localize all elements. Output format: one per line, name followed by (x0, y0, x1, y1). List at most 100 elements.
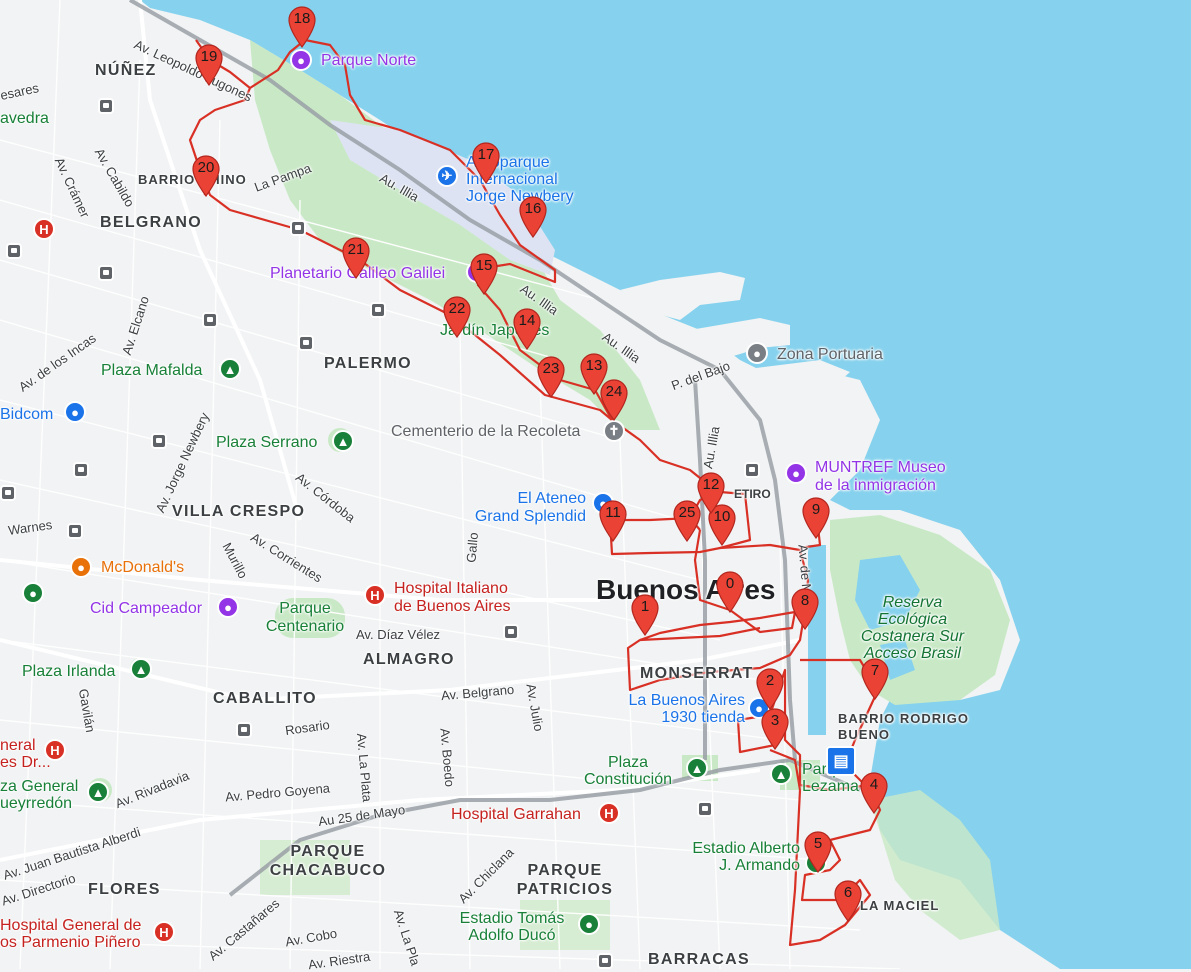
transit-icon[interactable] (503, 624, 519, 640)
restaurant-icon[interactable]: ● (70, 556, 92, 578)
route-marker-14[interactable]: 14 (511, 306, 543, 350)
transit-icon[interactable] (151, 433, 167, 449)
route-marker-23[interactable]: 23 (535, 354, 567, 398)
transit-icon[interactable] (298, 335, 314, 351)
route-marker-16[interactable]: 16 (517, 194, 549, 238)
route-marker-9[interactable]: 9 (800, 495, 832, 539)
street-label: ETIRO (734, 487, 771, 501)
route-marker-24[interactable]: 24 (598, 377, 630, 421)
park-icon[interactable]: ▲ (87, 781, 109, 803)
route-marker-15[interactable]: 15 (468, 251, 500, 295)
route-marker-number: 0 (725, 575, 735, 592)
poi-buenos-aires-1930[interactable]: La Buenos Aires 1930 tienda (617, 692, 745, 726)
transit-icon[interactable] (290, 220, 306, 236)
transit-icon[interactable] (202, 312, 218, 328)
park-icon[interactable]: ▲ (332, 430, 354, 452)
cemetery-icon[interactable]: ✝ (603, 420, 625, 442)
neighborhood-label: MONSERRAT (640, 665, 754, 682)
park-icon[interactable]: ▲ (130, 658, 152, 680)
hospital-icon[interactable]: H (33, 218, 55, 240)
poi-el-ateneo[interactable]: El Ateneo Grand Splendid (466, 490, 586, 526)
poi-plaza-constitucion[interactable]: Plaza Constitución (578, 754, 678, 788)
transit-icon[interactable] (67, 523, 83, 539)
neighborhood-label: PALERMO (324, 355, 412, 372)
route-marker-18[interactable]: 18 (286, 4, 318, 48)
park-icon[interactable]: ▲ (770, 763, 792, 785)
route-marker-1[interactable]: 1 (629, 592, 661, 636)
poi-bidcom[interactable]: Bidcom (0, 406, 53, 424)
attraction-icon[interactable]: ● (290, 49, 312, 71)
poi-parque-centenario[interactable]: Parque Centenario (262, 600, 348, 636)
poi-muntref[interactable]: MUNTREF Museo de la inmigración (815, 459, 946, 495)
bus-icon[interactable]: ▤ (826, 746, 856, 776)
route-marker-2[interactable]: 2 (754, 666, 786, 710)
poi-zona-portuaria[interactable]: Zona Portuaria (777, 346, 883, 364)
route-marker-number: 18 (293, 10, 311, 27)
hospital-icon[interactable]: H (598, 802, 620, 824)
amusement-icon[interactable]: ● (22, 582, 44, 604)
route-marker-3[interactable]: 3 (759, 706, 791, 750)
neighborhood-label: CABALLITO (213, 690, 317, 707)
poi-estadio-armando[interactable]: Estadio Alberto J. Armando (680, 840, 800, 874)
poi-mcdonalds[interactable]: McDonald's (101, 559, 184, 577)
transit-icon[interactable] (744, 462, 760, 478)
route-marker-25[interactable]: 25 (671, 498, 703, 542)
airport-icon[interactable]: ✈ (436, 165, 458, 187)
route-marker-20[interactable]: 20 (190, 153, 222, 197)
route-marker-0[interactable]: 0 (714, 569, 746, 613)
route-marker-4[interactable]: 4 (858, 770, 890, 814)
poi-cid-campeador[interactable]: Cid Campeador (90, 600, 202, 618)
route-marker-8[interactable]: 8 (789, 586, 821, 630)
hospital-icon[interactable]: H (364, 584, 386, 606)
neighborhood-label: LA MACIEL (860, 898, 940, 913)
transit-icon[interactable] (236, 722, 252, 738)
route-marker-number: 25 (678, 504, 696, 521)
route-marker-number: 15 (475, 257, 493, 274)
route-marker-number: 1 (640, 598, 650, 615)
transit-icon[interactable] (6, 243, 22, 259)
route-marker-11[interactable]: 11 (597, 498, 629, 542)
route-marker-number: 7 (870, 662, 880, 679)
poi-hospital-left[interactable]: neral es Dr... (0, 737, 51, 771)
route-marker-number: 13 (585, 357, 603, 374)
poi-hospital-garrahan[interactable]: Hospital Garrahan (451, 806, 581, 824)
monument-icon[interactable]: ● (217, 596, 239, 618)
route-marker-number: 23 (542, 360, 560, 377)
transit-icon[interactable] (73, 462, 89, 478)
poi-parque-norte[interactable]: Parque Norte (321, 52, 416, 70)
neighborhood-label: VILLA CRESPO (172, 503, 306, 520)
poi-plaza-mafalda[interactable]: Plaza Mafalda (101, 362, 202, 380)
pin-icon[interactable]: ● (746, 342, 768, 364)
route-marker-number: 5 (813, 835, 823, 852)
route-marker-number: 19 (200, 48, 218, 65)
poi-plaza-irlanda[interactable]: Plaza Irlanda (22, 663, 115, 681)
poi-plaza-general[interactable]: za General ueyrredón (0, 778, 78, 812)
museum-icon[interactable]: ● (785, 462, 807, 484)
poi-hospital-pineiro[interactable]: Hospital General de os Parmenio Piñero (0, 917, 141, 951)
poi-estadio-duco[interactable]: Estadio Tomás Adolfo Ducó (452, 910, 572, 944)
poi-reserva-ecologica[interactable]: Reserva Ecológica Costanera Sur Acceso Bras… (855, 594, 970, 662)
transit-icon[interactable] (0, 485, 16, 501)
transit-icon[interactable] (597, 953, 613, 969)
shopping-icon[interactable]: ● (64, 401, 86, 423)
route-marker-5[interactable]: 5 (802, 829, 834, 873)
poi-plaza-serrano[interactable]: Plaza Serrano (216, 434, 317, 452)
route-marker-6[interactable]: 6 (832, 878, 864, 922)
transit-icon[interactable] (98, 98, 114, 114)
park-icon[interactable]: ▲ (219, 358, 241, 380)
stadium-icon[interactable]: ● (578, 913, 600, 935)
transit-icon[interactable] (98, 265, 114, 281)
transit-icon[interactable] (370, 302, 386, 318)
route-marker-21[interactable]: 21 (340, 235, 372, 279)
transit-icon[interactable] (697, 801, 713, 817)
park-icon[interactable]: ▲ (686, 757, 708, 779)
poi-recoleta[interactable]: Cementerio de la Recoleta (391, 423, 580, 441)
route-marker-22[interactable]: 22 (441, 294, 473, 338)
poi-hospital-italiano[interactable]: Hospital Italiano de Buenos Aires (394, 580, 511, 616)
route-marker-19[interactable]: 19 (193, 42, 225, 86)
route-marker-7[interactable]: 7 (859, 656, 891, 700)
route-marker-number: 22 (448, 300, 466, 317)
route-marker-17[interactable]: 17 (470, 140, 502, 184)
hospital-icon[interactable]: H (153, 921, 175, 943)
neighborhood-label: NÚÑEZ (95, 62, 157, 79)
